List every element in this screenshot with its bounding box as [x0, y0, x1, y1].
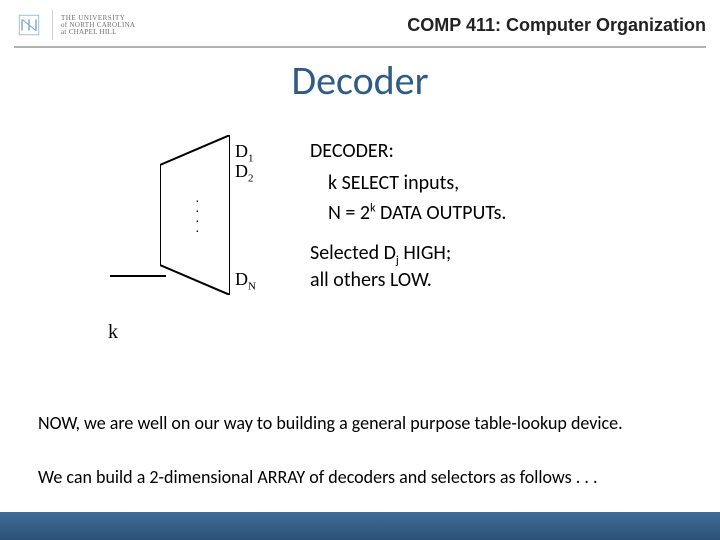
- body-paragraph-1: NOW, we are well on our way to building …: [38, 412, 682, 435]
- univ-line3: at CHAPEL HILL: [61, 29, 135, 36]
- decoder-diagram: ···· D1 D2 DN k: [110, 135, 290, 365]
- header-rule: [14, 46, 706, 48]
- desc-outputs: N = 2k DATA OUTPUTs.: [328, 201, 506, 225]
- desc-others: all others LOW.: [310, 268, 506, 292]
- output-dn: DN: [235, 269, 256, 293]
- logo-area: THE UNIVERSITY of NORTH CAROLINA at CHAP…: [14, 10, 135, 40]
- slide: THE UNIVERSITY of NORTH CAROLINA at CHAP…: [0, 0, 720, 540]
- slide-title: Decoder: [0, 56, 720, 105]
- select-input-line: [110, 275, 166, 277]
- output-d2: D2: [235, 161, 254, 185]
- k-label: k: [108, 321, 118, 344]
- slide-header: THE UNIVERSITY of NORTH CAROLINA at CHAP…: [0, 0, 720, 46]
- decoder-description: DECODER: k SELECT inputs, N = 2k DATA OU…: [310, 139, 506, 292]
- output-ellipsis: ····: [195, 195, 200, 235]
- desc-selected: Selected Dj HIGH;: [310, 241, 506, 268]
- unc-logo-icon: [14, 10, 44, 40]
- desc-heading: DECODER:: [310, 139, 506, 163]
- body-paragraph-2: We can build a 2-dimensional ARRAY of de…: [38, 466, 682, 489]
- course-label: COMP 411: Computer Organization: [407, 15, 706, 36]
- desc-inputs: k SELECT inputs,: [328, 171, 506, 195]
- university-name: THE UNIVERSITY of NORTH CAROLINA at CHAP…: [61, 15, 135, 36]
- footer-bar: [0, 512, 720, 540]
- slide-content: ···· D1 D2 DN k DECODER: k SELECT inputs…: [0, 105, 720, 405]
- logo-divider: [52, 10, 53, 40]
